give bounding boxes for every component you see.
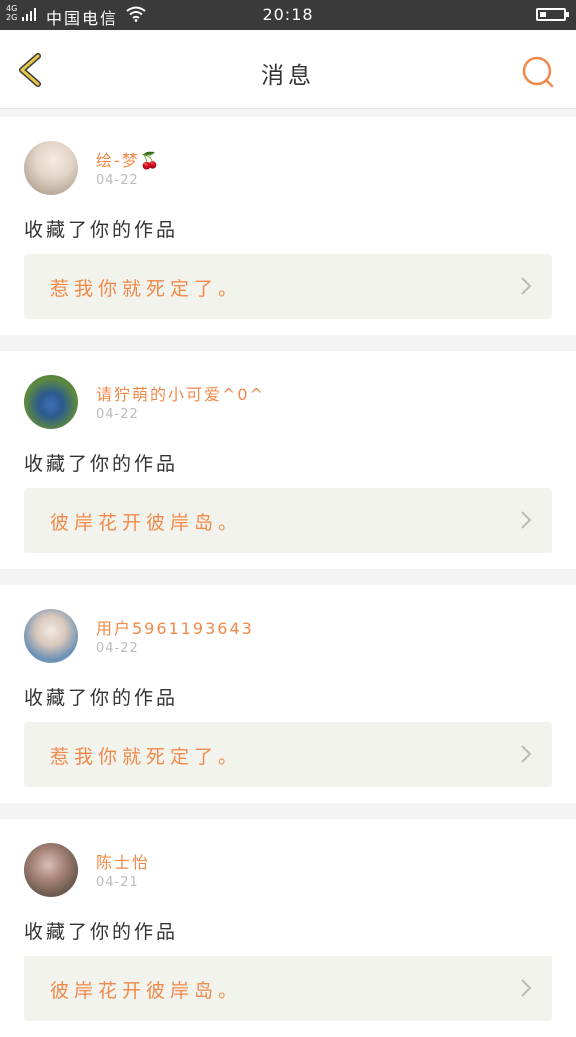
username-text: 陈士怡 xyxy=(96,853,151,872)
status-time: 20:18 xyxy=(262,5,314,24)
status-bar: 4G 2G 中国电信 20:18 xyxy=(0,0,576,30)
nav-header: 消息 xyxy=(0,30,576,109)
work-title: 惹我你就死定了。 xyxy=(50,746,243,768)
username-text: 请狞萌的小可爱^0^ xyxy=(96,385,265,404)
work-link[interactable]: 彼岸花开彼岸岛。 xyxy=(24,488,552,553)
chevron-right-icon xyxy=(521,511,532,529)
username-text: 绘-梦 xyxy=(96,151,140,170)
chevron-right-icon xyxy=(521,745,532,763)
avatar[interactable] xyxy=(24,375,78,429)
work-link[interactable]: 彼岸花开彼岸岛。 xyxy=(24,956,552,1021)
action-text: 收藏了你的作品 xyxy=(24,687,179,709)
message-date: 04-22 xyxy=(96,641,139,656)
avatar[interactable] xyxy=(24,843,78,897)
avatar[interactable] xyxy=(24,141,78,195)
chevron-right-icon xyxy=(521,979,532,997)
work-title: 彼岸花开彼岸岛。 xyxy=(50,980,243,1002)
work-link[interactable]: 惹我你就死定了。 xyxy=(24,254,552,319)
search-icon[interactable] xyxy=(518,52,558,92)
username[interactable]: 陈士怡 xyxy=(96,849,150,873)
cherry-icon: 🍒 xyxy=(139,151,162,170)
chevron-right-icon xyxy=(521,277,532,295)
message-card: 用户5961193643 04-22 收藏了你的作品 惹我你就死定了。 xyxy=(0,585,576,803)
avatar[interactable] xyxy=(24,609,78,663)
battery-icon xyxy=(536,8,569,21)
action-text: 收藏了你的作品 xyxy=(24,219,179,241)
work-link[interactable]: 惹我你就死定了。 xyxy=(24,722,552,787)
message-card: 请狞萌的小可爱^0^ 04-22 收藏了你的作品 彼岸花开彼岸岛。 xyxy=(0,351,576,569)
username-text: 用户5961193643 xyxy=(96,619,254,638)
message-date: 04-22 xyxy=(96,173,139,188)
page-title: 消息 xyxy=(261,63,315,89)
username[interactable]: 请狞萌的小可爱^0^ xyxy=(96,381,265,405)
message-date: 04-22 xyxy=(96,407,139,422)
username[interactable]: 绘-梦🍒 xyxy=(96,147,162,171)
message-card: 绘-梦🍒 04-22 收藏了你的作品 惹我你就死定了。 xyxy=(0,117,576,335)
message-date: 04-21 xyxy=(96,875,139,890)
work-title: 彼岸花开彼岸岛。 xyxy=(50,512,243,534)
username[interactable]: 用户5961193643 xyxy=(96,615,254,639)
action-text: 收藏了你的作品 xyxy=(24,453,179,475)
action-text: 收藏了你的作品 xyxy=(24,921,179,943)
message-card: 陈士怡 04-21 收藏了你的作品 彼岸花开彼岸岛。 xyxy=(0,819,576,1037)
work-title: 惹我你就死定了。 xyxy=(50,278,243,300)
